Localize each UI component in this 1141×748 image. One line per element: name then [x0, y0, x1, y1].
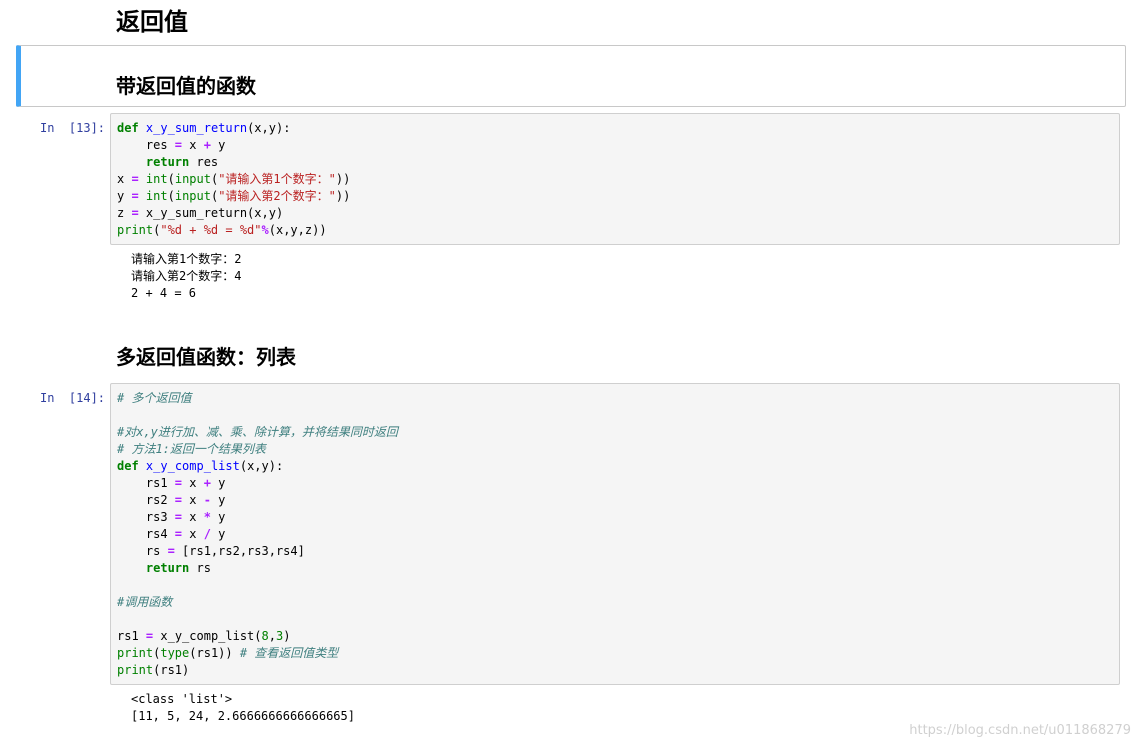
output-line: 2 + 4 = 6 [131, 286, 197, 300]
code-line: z = x_y_sum_return(x,y) [117, 206, 284, 220]
code-line: # 多个返回值 [117, 391, 192, 405]
code-line: #调用函数 [117, 595, 173, 609]
code-line: rs3 = x * y [117, 510, 226, 524]
code-line: print("%d + %d = %d"%(x,y,z)) [117, 223, 327, 237]
output-line: <class 'list'> [131, 692, 233, 706]
code-line: print(rs1) [117, 663, 190, 677]
watermark: https://blog.csdn.net/u011868279 [909, 723, 1131, 738]
code-line: print(type(rs1)) # 查看返回值类型 [117, 646, 339, 660]
cell-output-14: <class 'list'> [11, 5, 24, 2.66666666666… [131, 691, 355, 725]
code-line: rs2 = x - y [117, 493, 226, 507]
cell-prompt-14: In [14]: [40, 391, 106, 405]
code-line: return rs [117, 561, 211, 575]
notebook-page: 返回值 带返回值的函数 In [13]: def x_y_sum_return(… [0, 0, 1141, 748]
code-line: # 方法1:返回一个结果列表 [117, 442, 266, 456]
cell-output-13: 请输入第1个数字：2 请输入第2个数字：4 2 + 4 = 6 [131, 251, 241, 302]
code-line: def x_y_comp_list(x,y): [117, 459, 284, 473]
code-line: rs = [rs1,rs2,rs3,rs4] [117, 544, 305, 558]
code-line: return res [117, 155, 219, 169]
code-line: rs1 = x + y [117, 476, 226, 490]
output-line: 请输入第1个数字：2 [131, 252, 242, 266]
section-heading-2: 多返回值函数：列表 [116, 345, 296, 369]
section-heading: 带返回值的函数 [116, 74, 256, 98]
code-line: y = int(input("请输入第2个数字：")) [117, 189, 351, 203]
markdown-cell-selected[interactable]: 带返回值的函数 [16, 45, 1126, 107]
code-line: res = x + y [117, 138, 226, 152]
cell-prompt-13: In [13]: [40, 121, 106, 135]
output-line: [11, 5, 24, 2.6666666666666665] [131, 709, 355, 723]
code-line: rs4 = x / y [117, 527, 226, 541]
code-line: def x_y_sum_return(x,y): [117, 121, 291, 135]
main-heading: 返回值 [116, 8, 188, 36]
code-line: rs1 = x_y_comp_list(8,3) [117, 629, 291, 643]
code-cell-14[interactable]: # 多个返回值 #对x,y进行加、减、乘、除计算，并将结果同时返回 # 方法1:… [110, 383, 1120, 685]
output-line: 请输入第2个数字：4 [131, 269, 242, 283]
code-line: #对x,y进行加、减、乘、除计算，并将结果同时返回 [117, 425, 398, 439]
code-line: x = int(input("请输入第1个数字：")) [117, 172, 351, 186]
code-cell-13[interactable]: def x_y_sum_return(x,y): res = x + y ret… [110, 113, 1120, 245]
